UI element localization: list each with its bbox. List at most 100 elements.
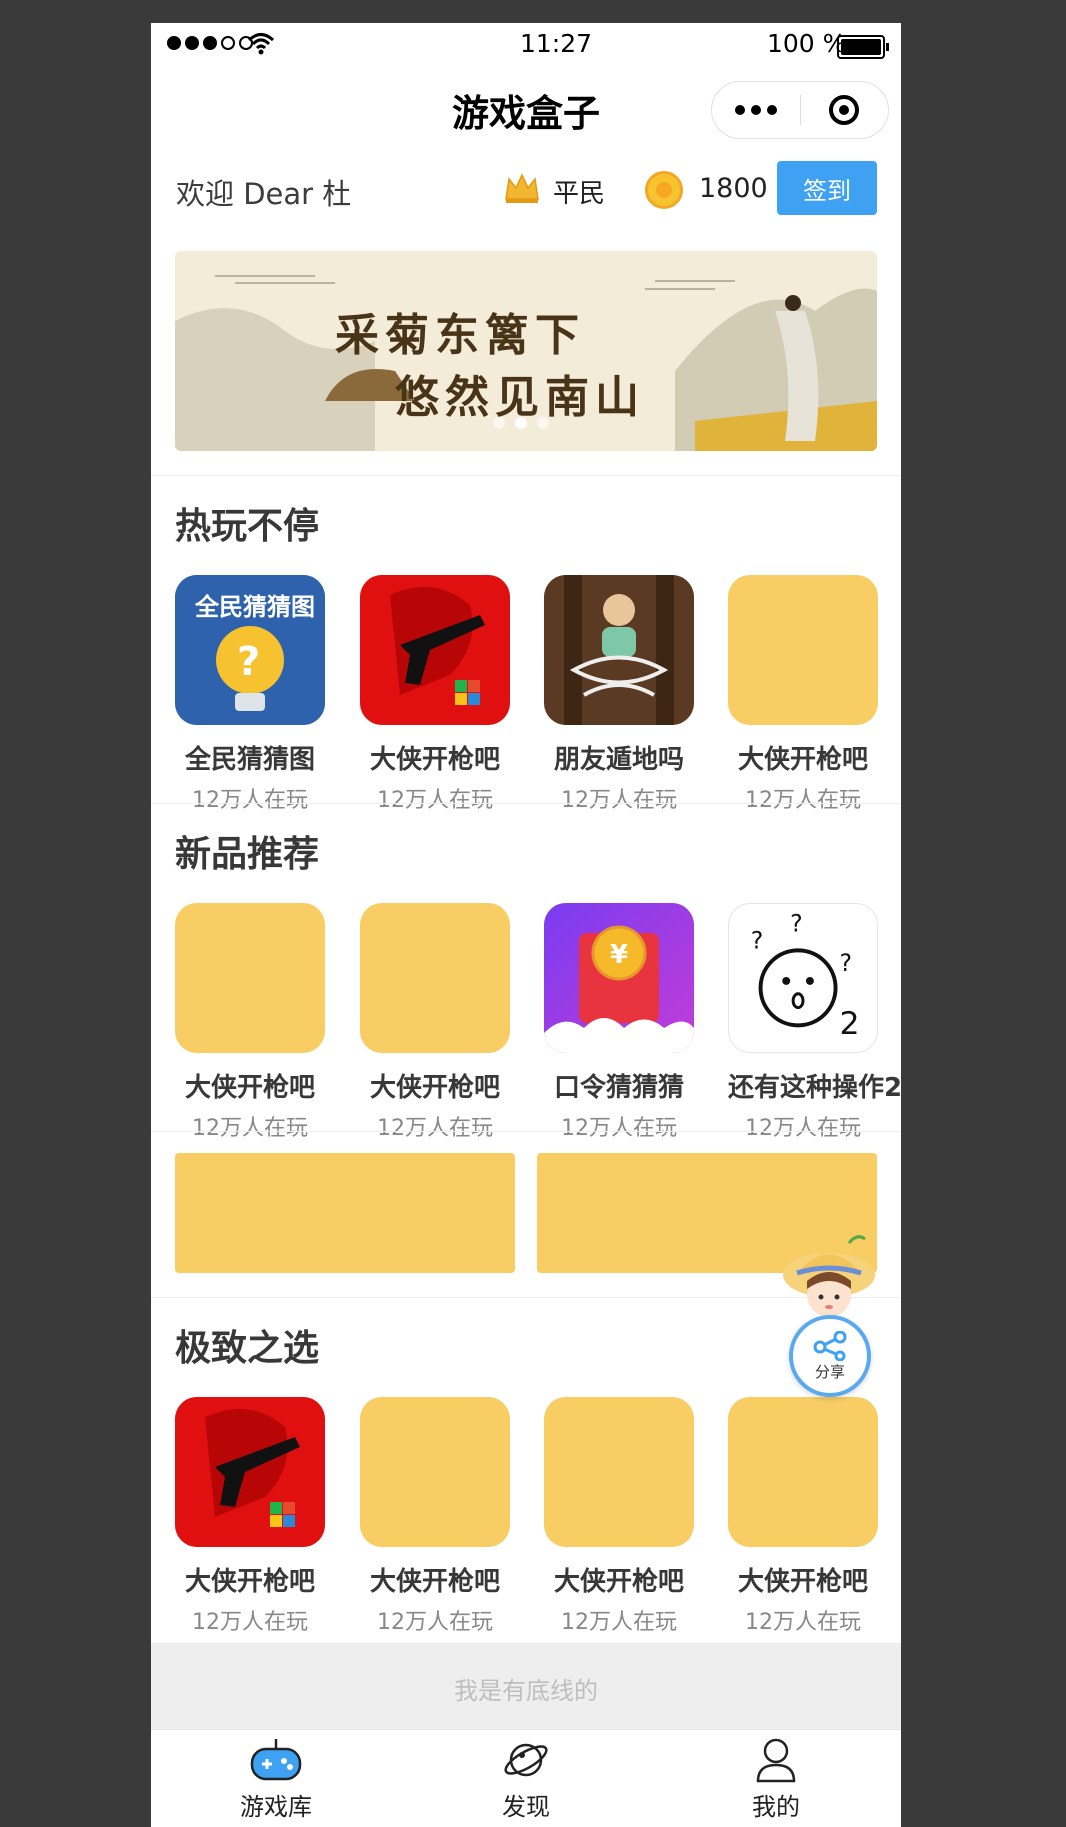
tab-label: 游戏库 xyxy=(240,1793,312,1821)
game-players: 12万人在玩 xyxy=(745,788,861,813)
svg-text:?: ? xyxy=(751,926,764,954)
section-divider xyxy=(151,475,901,476)
user-icon xyxy=(756,1738,796,1783)
target-icon xyxy=(829,95,860,125)
game-name: 大侠开枪吧 xyxy=(184,1567,315,1597)
game-icon-gun xyxy=(360,575,510,725)
nav-bar: 游戏盒子 xyxy=(151,73,901,143)
game-players: 12万人在玩 xyxy=(561,788,677,813)
game-card[interactable]: 大侠开枪吧 12万人在玩 xyxy=(175,1397,325,1636)
user-bar: 欢迎 Dear 杜 平民 1800 签到 xyxy=(151,161,901,221)
game-icon-placeholder xyxy=(360,903,510,1053)
tab-label: 我的 xyxy=(752,1793,800,1821)
section-divider xyxy=(151,1131,901,1132)
page-title: 游戏盒子 xyxy=(452,92,600,135)
banner-dot-active[interactable] xyxy=(515,417,527,429)
game-card[interactable]: ¥ 口令猜猜猜 12万人在玩 xyxy=(544,903,694,1142)
wifi-icon xyxy=(247,33,275,55)
close-mini-program-button[interactable] xyxy=(801,95,889,125)
planet-icon xyxy=(504,1743,548,1777)
game-players: 12万人在玩 xyxy=(745,1610,861,1635)
game-players: 12万人在玩 xyxy=(561,1610,677,1635)
signal-icon xyxy=(167,36,253,50)
tab-label: 发现 xyxy=(502,1793,550,1821)
section-title-hot: 热玩不停 xyxy=(175,506,320,547)
banner-indicator xyxy=(493,417,549,429)
banner-dot[interactable] xyxy=(537,417,549,429)
gamepad-icon xyxy=(250,1739,302,1781)
game-card[interactable]: ? ? ? 2 还有这种操作2 12万人在玩 xyxy=(728,903,901,1142)
game-card[interactable]: 大侠开枪吧 12万人在玩 xyxy=(728,575,878,814)
game-card[interactable]: 朋友遁地吗 12万人在玩 xyxy=(544,575,694,814)
banner-carousel[interactable]: 采菊东篱下 悠然见南山 xyxy=(175,251,877,451)
game-icon-dig-ground xyxy=(544,575,694,725)
svg-text:?: ? xyxy=(840,949,853,977)
game-icon-placeholder xyxy=(728,575,878,725)
svg-text:?: ? xyxy=(237,639,260,685)
share-button[interactable]: 分享 xyxy=(789,1315,871,1397)
game-players: 12万人在玩 xyxy=(745,1116,861,1141)
user-rank: 平民 xyxy=(553,179,606,209)
mini-program-capsule xyxy=(711,81,889,139)
game-players: 12万人在玩 xyxy=(192,1116,308,1141)
game-card[interactable]: 大侠开枪吧 12万人在玩 xyxy=(360,903,510,1142)
crown-icon xyxy=(505,173,539,203)
section-divider xyxy=(151,803,901,804)
sign-in-button[interactable]: 签到 xyxy=(777,161,877,215)
game-icon-confused-face: ? ? ? 2 xyxy=(728,903,878,1053)
design-canvas: 11:27 100 % 游戏盒子 欢迎 Dear 杜 平民 1800 签到 采菊… xyxy=(0,0,1066,1827)
game-players: 12万人在玩 xyxy=(561,1116,677,1141)
game-name: 大侠开枪吧 xyxy=(737,745,868,775)
tab-discover[interactable]: 发现 xyxy=(401,1730,651,1827)
coin-count: 1800 xyxy=(699,173,768,204)
game-name: 还有这种操作2 xyxy=(728,1073,901,1103)
game-card[interactable]: 大侠开枪吧 12万人在玩 xyxy=(728,1397,878,1636)
coin-icon xyxy=(645,171,683,209)
svg-text:¥: ¥ xyxy=(610,940,628,970)
game-icon-gun xyxy=(175,1397,325,1547)
game-name: 大侠开枪吧 xyxy=(184,1073,315,1103)
share-label: 分享 xyxy=(814,1362,845,1381)
promo-banner-left[interactable] xyxy=(175,1153,515,1273)
end-of-list-text: 我是有底线的 xyxy=(454,1677,598,1705)
section-title-new: 新品推荐 xyxy=(175,834,320,875)
game-players: 12万人在玩 xyxy=(192,788,308,813)
game-icon-red-packet: ¥ xyxy=(544,903,694,1053)
share-icon xyxy=(813,1330,847,1361)
game-players: 12万人在玩 xyxy=(377,788,493,813)
phone-screen: 11:27 100 % 游戏盒子 欢迎 Dear 杜 平民 1800 签到 采菊… xyxy=(151,23,901,1827)
game-card[interactable]: 大侠开枪吧 12万人在玩 xyxy=(544,1397,694,1636)
status-bar: 11:27 100 % xyxy=(151,23,901,67)
game-icon-placeholder xyxy=(544,1397,694,1547)
game-card[interactable]: 全民猜猜图 ? 全民猜猜图 12万人在玩 xyxy=(175,575,325,814)
banner-dot[interactable] xyxy=(493,417,505,429)
game-icon-placeholder xyxy=(360,1397,510,1547)
game-card[interactable]: 大侠开枪吧 12万人在玩 xyxy=(175,903,325,1142)
section-title-best: 极致之选 xyxy=(175,1328,320,1369)
game-icon-guess-picture: 全民猜猜图 ? xyxy=(175,575,325,725)
game-name: 口令猜猜猜 xyxy=(553,1073,684,1103)
tab-mine[interactable]: 我的 xyxy=(651,1730,901,1827)
svg-text:2: 2 xyxy=(840,1006,860,1042)
game-icon-placeholder xyxy=(175,903,325,1053)
game-name: 全民猜猜图 xyxy=(184,745,315,775)
game-icon-placeholder xyxy=(728,1397,878,1547)
share-floating-button[interactable]: 分享 xyxy=(779,1233,879,1397)
game-players: 12万人在玩 xyxy=(377,1610,493,1635)
battery-level: 100 % xyxy=(767,29,847,58)
svg-text:?: ? xyxy=(790,910,803,938)
game-card[interactable]: 大侠开枪吧 12万人在玩 xyxy=(360,1397,510,1636)
game-name: 大侠开枪吧 xyxy=(553,1567,684,1597)
welcome-text: 欢迎 Dear 杜 xyxy=(176,177,352,211)
clock: 11:27 xyxy=(519,29,593,58)
svg-text:全民猜猜图: 全民猜猜图 xyxy=(194,593,315,621)
game-name: 大侠开枪吧 xyxy=(369,745,500,775)
game-name: 大侠开枪吧 xyxy=(369,1073,500,1103)
battery-icon xyxy=(837,35,889,59)
tab-game-library[interactable]: 游戏库 xyxy=(151,1730,401,1827)
game-name: 大侠开枪吧 xyxy=(369,1567,500,1597)
tab-bar: 游戏库 发现 我的 xyxy=(151,1729,901,1827)
more-menu-button[interactable] xyxy=(712,105,800,115)
game-name: 大侠开枪吧 xyxy=(737,1567,868,1597)
game-card[interactable]: 大侠开枪吧 12万人在玩 xyxy=(360,575,510,814)
